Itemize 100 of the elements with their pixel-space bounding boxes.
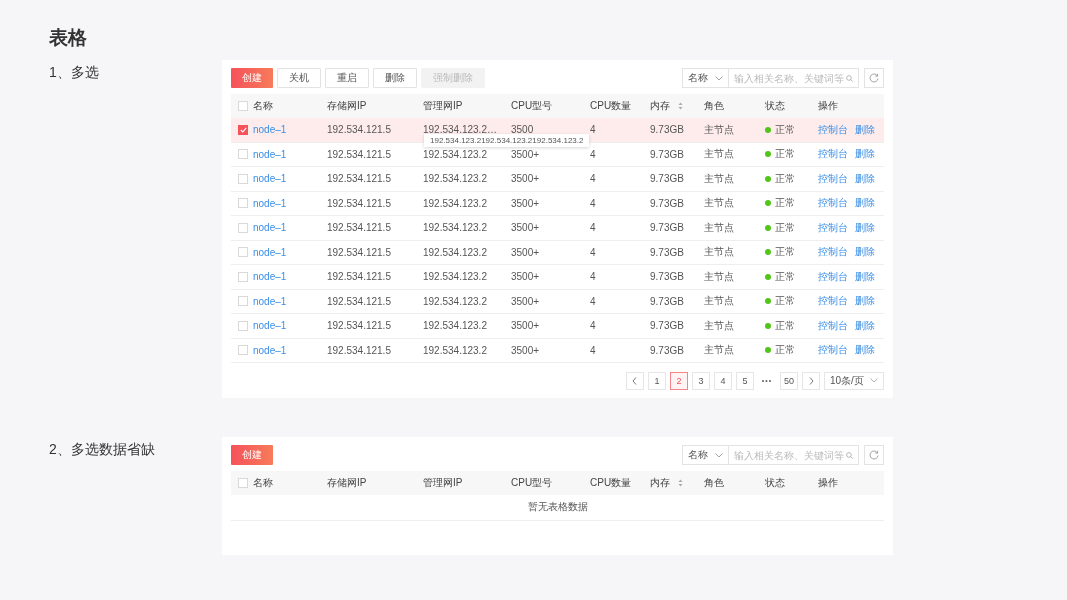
chevron-left-icon — [632, 376, 638, 385]
page-button[interactable]: 4 — [714, 371, 732, 390]
table-cell: 192.534.121.5 — [327, 320, 391, 332]
table-cell: 192.534.121.5 — [327, 344, 391, 356]
create-button[interactable]: 创建 — [231, 445, 273, 465]
action-link[interactable]: 控制台 — [818, 245, 848, 260]
table-cell: 4 — [590, 320, 596, 332]
status-text: 正常 — [775, 318, 795, 333]
action-link[interactable]: 控制台 — [818, 171, 848, 186]
column-header: CPU数量 — [590, 476, 632, 490]
node-link[interactable]: node–1 — [253, 173, 287, 185]
empty-message: 暂无表格数据 — [231, 495, 884, 521]
action-link[interactable]: 删除 — [855, 171, 875, 186]
toolbar-button[interactable]: 删除 — [373, 68, 417, 88]
search-icon — [846, 450, 853, 460]
node-link[interactable]: node–1 — [253, 148, 287, 160]
action-link[interactable]: 删除 — [855, 147, 875, 162]
page-button[interactable]: 2 — [670, 371, 688, 390]
refresh-button[interactable] — [864, 68, 884, 88]
action-link[interactable]: 删除 — [855, 122, 875, 137]
action-link[interactable]: 控制台 — [818, 318, 848, 333]
action-link[interactable]: 控制台 — [818, 269, 848, 284]
page-button[interactable]: 1 — [648, 371, 666, 390]
toolbar-button[interactable]: 关机 — [277, 68, 321, 88]
chevron-down-icon — [715, 452, 723, 458]
create-button[interactable]: 创建 — [231, 68, 273, 88]
table-row[interactable]: node–1 192.534.121.5 192.534.123.2 3500+ 4 9.73GB 主节点 正常 控制台 删除 — [231, 191, 884, 216]
column-header: 管理网IP — [423, 476, 463, 490]
table-row[interactable]: node–1 192.534.121.5 192.534.123.2 3500+ 4 9.73GB 主节点 正常 控制台 删除 — [231, 142, 884, 167]
table-row[interactable]: node–1 192.534.121.5 192.534.123.2 3500+ 4 9.73GB 主节点 正常 控制台 删除 — [231, 240, 884, 265]
table-cell: 9.73GB — [650, 173, 684, 185]
sort-icon[interactable] — [678, 102, 683, 110]
page-button[interactable]: 5 — [736, 371, 754, 390]
node-link[interactable]: node–1 — [253, 271, 287, 283]
action-link[interactable]: 控制台 — [818, 220, 848, 235]
action-link[interactable]: 控制台 — [818, 147, 848, 162]
table-row[interactable]: node–1 192.534.121.5 192.534.123.2 3500+ 4 9.73GB 主节点 正常 控制台 删除 — [231, 314, 884, 339]
page-button[interactable]: 3 — [692, 371, 710, 390]
node-link[interactable]: node–1 — [253, 320, 287, 332]
action-link[interactable]: 控制台 — [818, 196, 848, 211]
filter-select[interactable]: 名称 — [682, 445, 728, 465]
node-link[interactable]: node–1 — [253, 246, 287, 258]
column-header: 操作 — [818, 476, 838, 490]
action-link[interactable]: 删除 — [855, 343, 875, 358]
action-link[interactable]: 删除 — [855, 196, 875, 211]
column-header: 管理网IP — [423, 99, 463, 113]
table-row[interactable]: node–1 192.534.121.5 192.534.123.2 3500+ 4 9.73GB 主节点 正常 控制台 删除 — [231, 216, 884, 241]
action-link[interactable]: 控制台 — [818, 122, 848, 137]
table-cell: 192.534.123.2 — [423, 344, 487, 356]
table-cell: 主节点 — [704, 318, 734, 333]
table-cell: 4 — [590, 344, 596, 356]
previous-page-button[interactable] — [626, 371, 644, 390]
node-link[interactable]: node–1 — [253, 344, 287, 356]
next-page-button[interactable] — [802, 371, 820, 390]
table-cell: 3500+ — [511, 271, 540, 283]
node-link[interactable]: node–1 — [253, 124, 287, 136]
action-link[interactable]: 控制台 — [818, 294, 848, 309]
table-cell: 192.534.123.2 — [423, 197, 487, 209]
column-header: 操作 — [818, 99, 838, 113]
filter-select[interactable]: 名称 — [682, 68, 728, 88]
column-header: 角色 — [704, 99, 724, 113]
action-link[interactable]: 删除 — [855, 294, 875, 309]
action-link[interactable]: 删除 — [855, 220, 875, 235]
action-link[interactable]: 删除 — [855, 269, 875, 284]
status-text: 正常 — [775, 343, 795, 358]
table-cell: 192.534.121.5 — [327, 197, 391, 209]
sort-icon[interactable] — [678, 479, 683, 487]
table-cell: 3500 — [511, 124, 534, 136]
table-row[interactable]: node–1 192.534.121.5 192.534.123.2 3500+ 4 9.73GB 主节点 正常 控制台 删除 — [231, 338, 884, 363]
table-cell: 4 — [590, 222, 596, 234]
table-cell: 9.73GB — [650, 222, 684, 234]
action-link[interactable]: 控制台 — [818, 343, 848, 358]
table-cell: 192.534.123.2 — [423, 295, 487, 307]
node-link[interactable]: node–1 — [253, 295, 287, 307]
table-cell: 9.73GB — [650, 320, 684, 332]
table-cell: 9.73GB — [650, 246, 684, 258]
table-cell: 3500+ — [511, 295, 540, 307]
table-row[interactable]: node–1 192.534.121.5 192.534.123.2 3500+ 4 9.73GB 主节点 正常 控制台 删除 — [231, 265, 884, 290]
node-link[interactable]: node–1 — [253, 222, 287, 234]
table-cell: 4 — [590, 148, 596, 160]
column-header: 名称 — [253, 476, 273, 490]
toolbar-button[interactable]: 重启 — [325, 68, 369, 88]
table-row[interactable]: node–1 192.534.121.5 192.534.123.2 3500+ 4 9.73GB 主节点 正常 控制台 删除 — [231, 167, 884, 192]
table-cell: 192.534.121.5 — [327, 124, 391, 136]
status-text: 正常 — [775, 220, 795, 235]
table-cell: 3500+ — [511, 320, 540, 332]
action-link[interactable]: 删除 — [855, 318, 875, 333]
search-field[interactable]: 输入相关名称、关键词等 — [728, 68, 859, 88]
checkbox[interactable] — [238, 124, 248, 135]
table-row[interactable]: node–1 192.534.121.5 192.534.123.2 3500+ 4 9.73GB 主节点 正常 控制台 删除 — [231, 289, 884, 314]
search-field[interactable]: 输入相关名称、关键词等 — [728, 445, 859, 465]
chevron-down-icon — [715, 75, 723, 81]
page-button[interactable]: 50 — [780, 371, 798, 390]
node-link[interactable]: node–1 — [253, 197, 287, 209]
action-link[interactable]: 删除 — [855, 245, 875, 260]
page-size-select[interactable]: 10条/页 — [824, 371, 884, 390]
column-header: 状态 — [765, 99, 785, 113]
refresh-button[interactable] — [864, 445, 884, 465]
table-cell: 4 — [590, 197, 596, 209]
search-icon — [846, 73, 853, 83]
